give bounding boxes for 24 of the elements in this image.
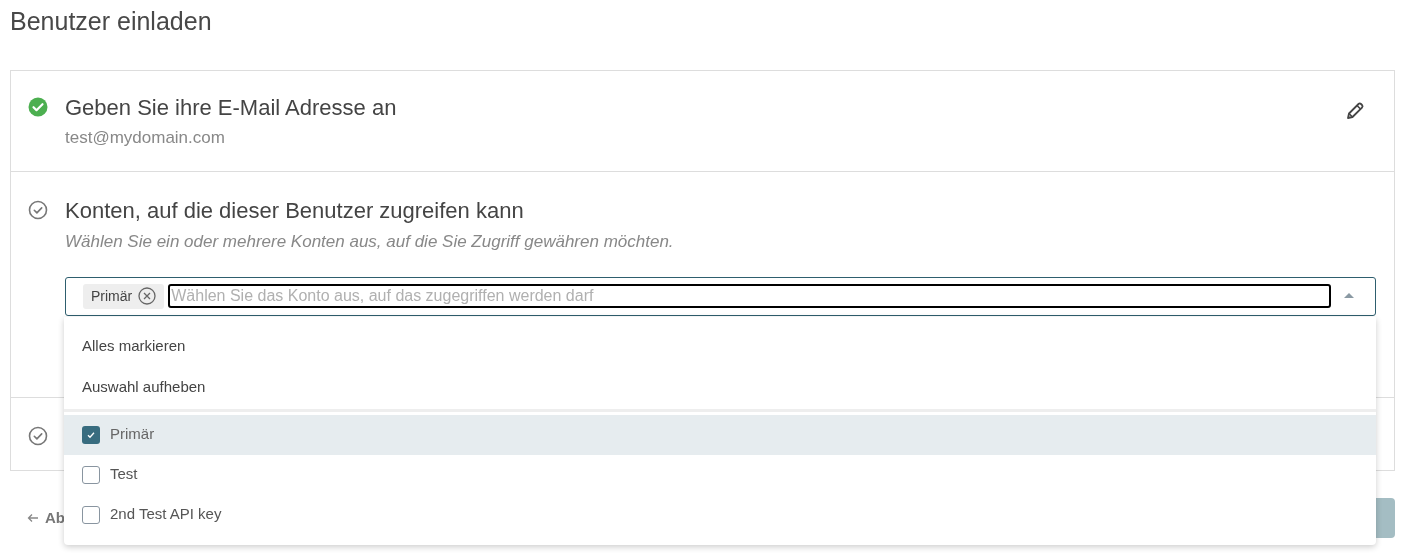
option-label: Primär (110, 424, 155, 445)
remove-chip-icon[interactable] (138, 287, 157, 305)
account-option[interactable]: Test (64, 454, 1376, 495)
checkbox[interactable] (82, 505, 100, 524)
step-description: Wählen Sie ein oder mehrere Konten aus, auf die Sie Zugriff gewähren möchten. (65, 231, 675, 253)
option-label: Test (110, 464, 138, 485)
back-link[interactable]: Ab (10, 506, 65, 530)
menu-action[interactable]: Alles markieren (64, 325, 1376, 367)
checkbox[interactable] (82, 465, 100, 484)
checkbox[interactable] (82, 425, 100, 444)
option-label: 2nd Test API key (110, 504, 222, 525)
arrow-left-icon (27, 513, 39, 523)
step-title: Geben Sie ihre E-Mail Adresse an (65, 95, 398, 121)
chip-label: Primär (91, 286, 133, 306)
menu-action[interactable]: Auswahl aufheben (64, 366, 1376, 408)
step-title: Konten, auf die dieser Benutzer zugreifen kann (65, 198, 525, 224)
account-search-field[interactable]: Wählen Sie das Konto aus, auf das zugegriffen werden darf (168, 284, 1331, 308)
account-option[interactable]: Primär (64, 414, 1376, 455)
pencil-icon[interactable] (1345, 101, 1365, 121)
checkmark-icon (86, 429, 96, 440)
account-option[interactable]: 2nd Test API key (64, 494, 1376, 535)
step-value: test@mydomain.com (65, 127, 226, 149)
account-select[interactable]: Primär Wählen Sie das Konto aus, auf das zugegriffen werden darf (65, 276, 1376, 316)
page-title: Benutzer einladen (10, 6, 213, 37)
